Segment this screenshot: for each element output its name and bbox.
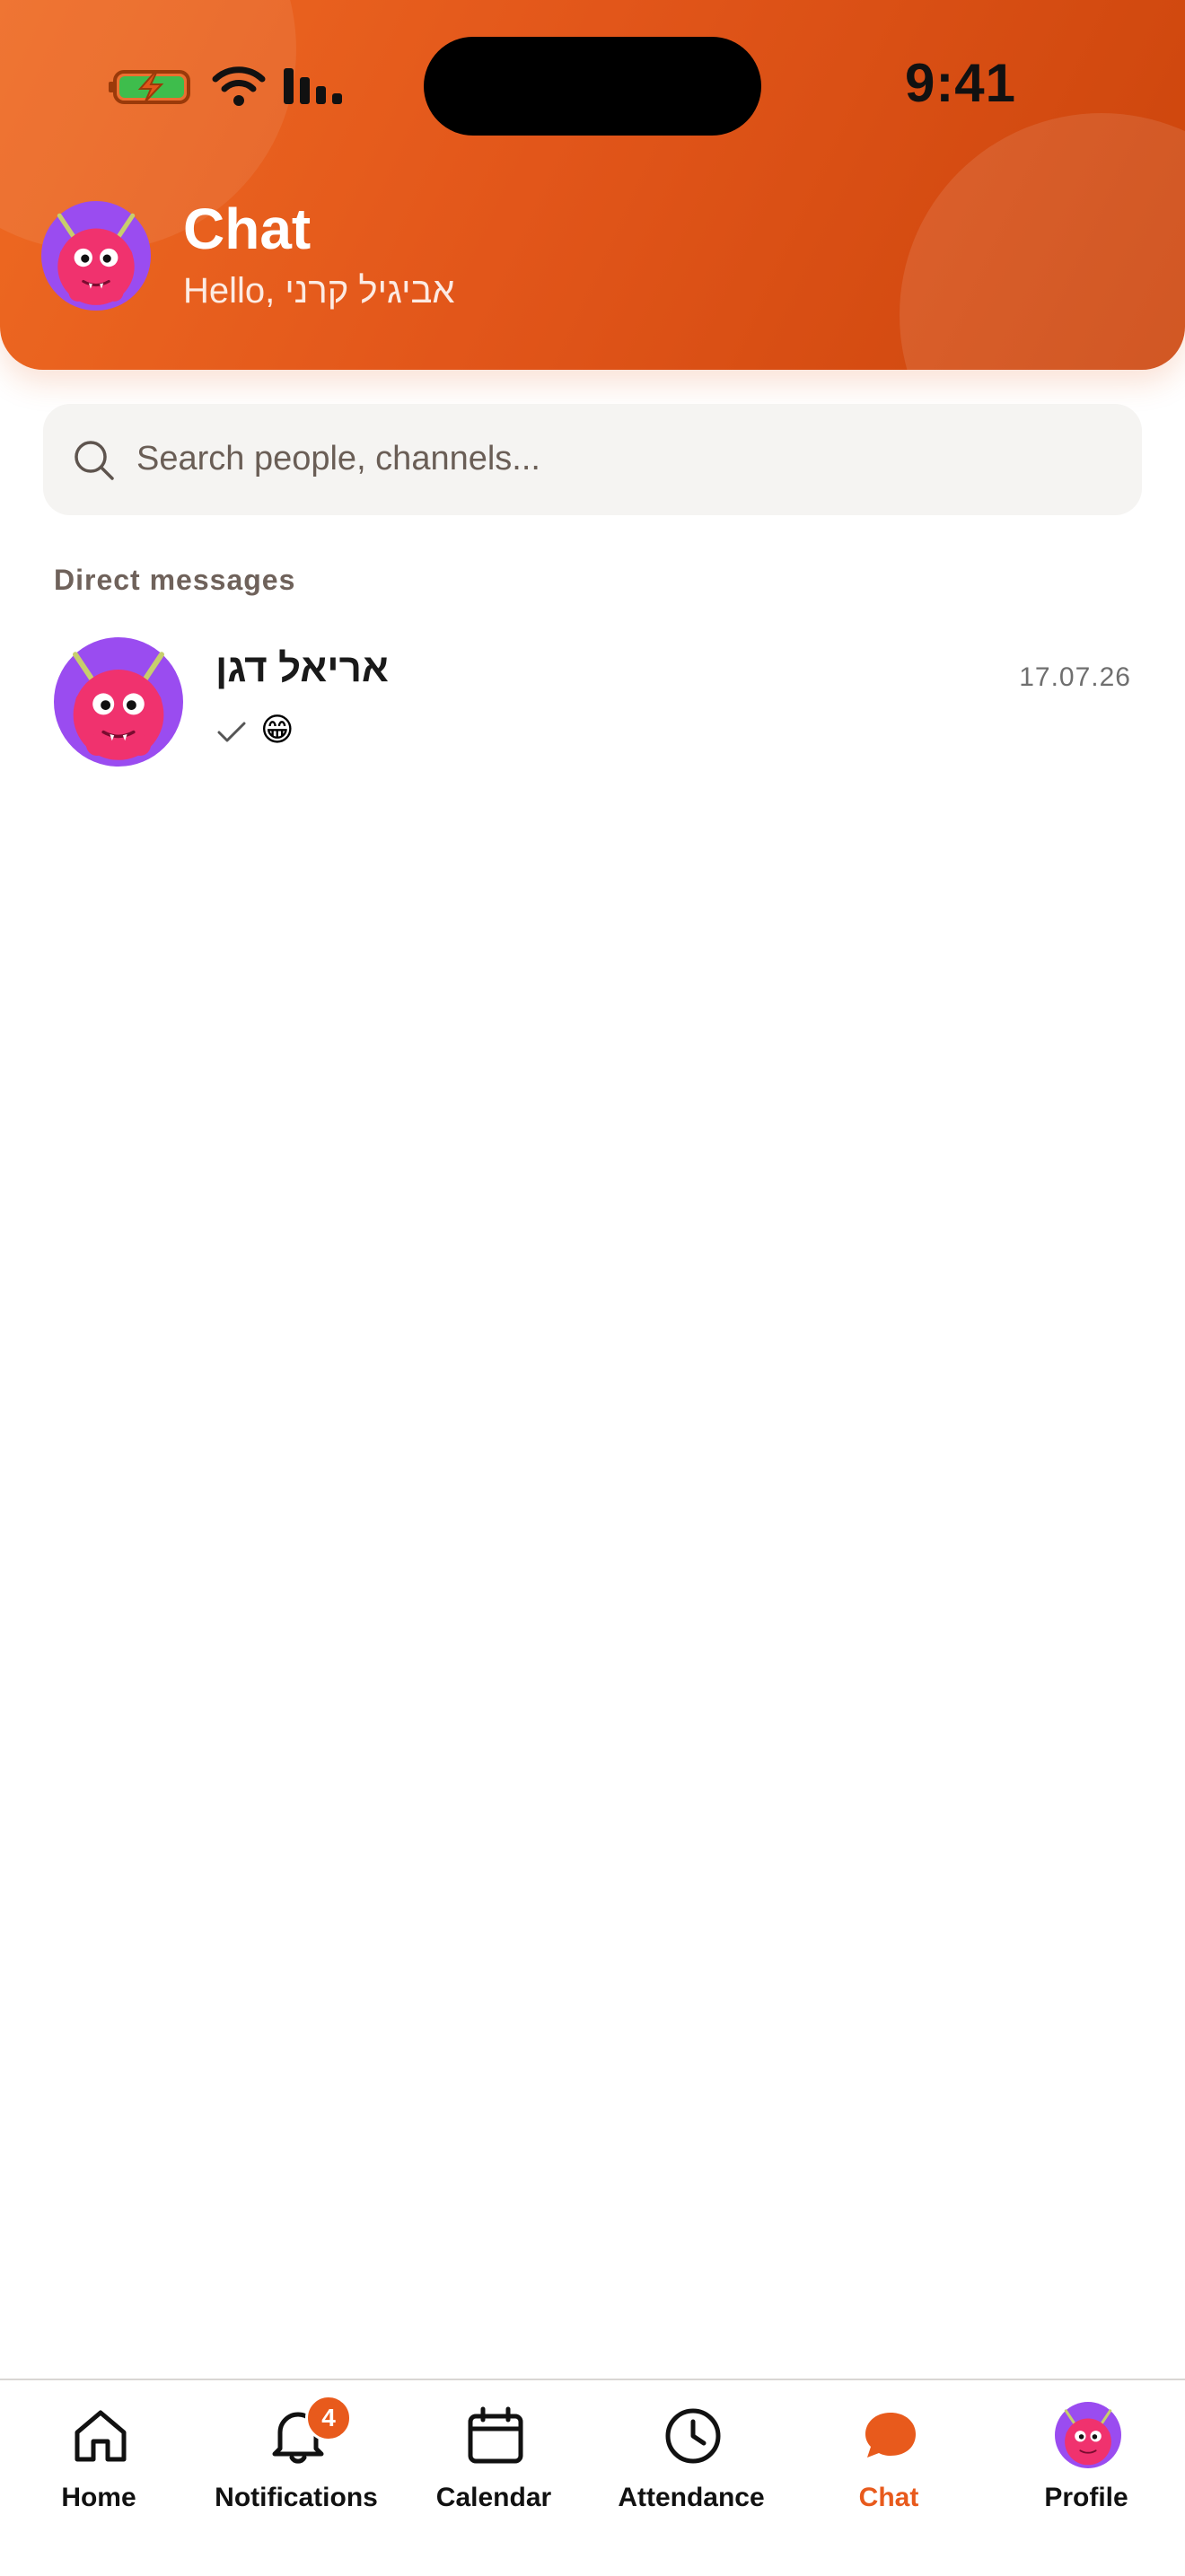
wifi-icon (212, 66, 266, 106)
contact-name: אריאל דגן (215, 646, 389, 690)
conversation-item[interactable]: אריאל דגן 17.07.26 😁 (36, 623, 1149, 775)
check-icon (217, 722, 246, 742)
nav-item-notifications[interactable]: 4 Notifications (198, 2395, 395, 2567)
notification-badge: 4 (305, 2395, 352, 2441)
contact-avatar (54, 637, 183, 767)
nav-label-notifications: Notifications (215, 2483, 378, 2512)
home-icon (75, 2410, 127, 2462)
chat-bubble-icon (865, 2413, 916, 2458)
nav-label-chat: Chat (858, 2483, 919, 2512)
nav-item-profile[interactable]: Profile (988, 2402, 1185, 2567)
search-placeholder: Search people, channels... (136, 440, 540, 478)
nav-label-profile: Profile (1044, 2483, 1128, 2512)
bottom-navigation: Home 4 Notifications Calendar Attendance… (0, 2379, 1185, 2576)
message-preview: 😁 (260, 711, 294, 748)
nav-label-attendance: Attendance (618, 2483, 765, 2512)
nav-item-attendance[interactable]: Attendance (592, 2405, 790, 2567)
page-title: Chat (183, 197, 312, 261)
nav-item-chat[interactable]: Chat (790, 2405, 988, 2567)
nav-item-home[interactable]: Home (0, 2405, 198, 2567)
section-label-direct-messages: Direct messages (54, 564, 296, 596)
nav-item-calendar[interactable]: Calendar (395, 2405, 592, 2567)
dynamic-island (424, 37, 761, 136)
message-date: 17.07.26 (1019, 662, 1131, 692)
status-time: 9:41 (904, 53, 1017, 113)
nav-label-home: Home (61, 2483, 136, 2512)
avatar (1055, 2402, 1121, 2468)
status-bar: 9:41 (0, 0, 1185, 171)
search-icon (75, 441, 114, 480)
app-header: 9:41 Chat Hello, אביגיל קרני (0, 0, 1185, 370)
cellular-signal-icon (284, 68, 342, 104)
clock-icon (665, 2408, 721, 2464)
greeting-text: Hello, אביגיל קרני (183, 271, 455, 311)
nav-label-calendar: Calendar (435, 2483, 552, 2512)
user-avatar[interactable] (41, 201, 151, 311)
search-input[interactable]: Search people, channels... (43, 404, 1142, 515)
battery-charging-icon (109, 70, 190, 104)
calendar-icon (468, 2406, 523, 2464)
